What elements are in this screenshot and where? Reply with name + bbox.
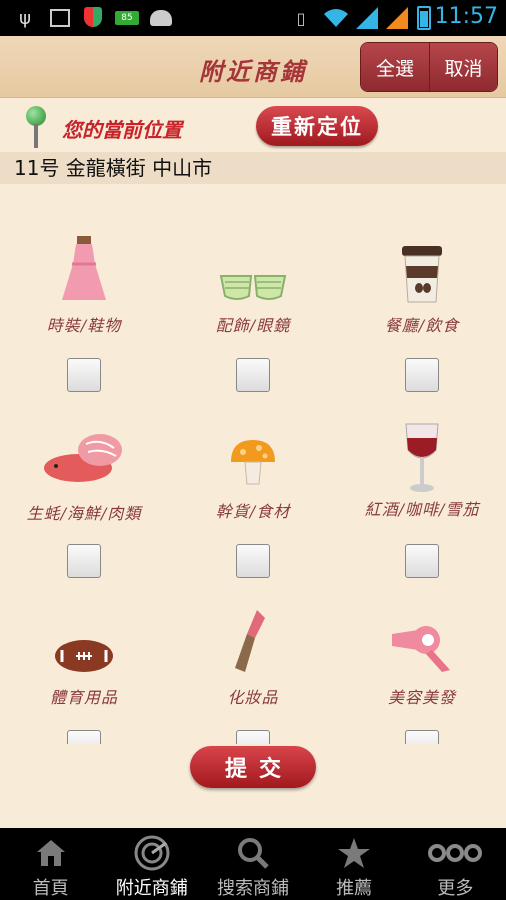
bottom-nav: 首頁 附近商鋪 搜索商鋪 推薦 更多	[0, 828, 506, 900]
category-item: 幹貨/食材	[169, 372, 337, 578]
nav-label: 更多	[437, 878, 474, 899]
address-text: 11号 金龍橫街 中山市	[0, 152, 506, 184]
football-icon	[54, 638, 114, 678]
submit-button[interactable]: 提交	[190, 746, 316, 788]
radar-icon	[132, 835, 172, 871]
usb-icon: ψ	[19, 7, 31, 29]
category-label: 配飾/眼鏡	[215, 316, 291, 335]
lipstick-icon	[235, 608, 271, 678]
title-bar: 附近商鋪 全選 取消	[0, 36, 506, 98]
dress-icon	[62, 234, 106, 308]
image-icon	[50, 9, 70, 27]
category-item: 美容美發	[338, 564, 506, 744]
category-label: 美容美發	[387, 688, 456, 707]
category-grid: 時裝/鞋物 配飾/眼鏡 餐廳/飲食 生蚝/海鮮/肉類 幹貨/食材 紅酒/咖啡/雪…	[0, 184, 506, 744]
shield-icon	[84, 7, 102, 27]
nav-label: 搜索商鋪	[216, 878, 289, 899]
category-item: 時裝/鞋物	[0, 184, 168, 392]
select-all-button[interactable]: 全選	[361, 43, 429, 91]
wine-glass-icon	[402, 420, 442, 498]
nav-label: 附近商鋪	[115, 878, 188, 899]
category-checkbox[interactable]	[405, 730, 439, 744]
nav-item-nearby[interactable]: 附近商鋪	[101, 828, 202, 900]
category-label: 時裝/鞋物	[46, 316, 122, 335]
category-label: 生蚝/海鮮/肉類	[26, 504, 142, 523]
category-item: 餐廳/飲食	[338, 184, 506, 392]
current-location-label: 您的當前位置	[62, 118, 182, 142]
mushroom-icon	[229, 436, 277, 490]
nav-item-home[interactable]: 首頁	[0, 828, 101, 900]
nav-label: 推薦	[336, 878, 373, 899]
category-checkbox[interactable]	[67, 730, 101, 744]
location-row: 您的當前位置 重新定位	[0, 98, 506, 152]
battery-badge-icon: 85	[115, 11, 139, 25]
meat-icon	[42, 430, 126, 494]
status-bar: ψ 85 ▯ 11:57	[0, 0, 506, 36]
nav-label: 首頁	[32, 878, 69, 899]
category-label: 體育用品	[49, 688, 118, 707]
android-icon	[150, 10, 172, 26]
category-label: 化妝品	[227, 688, 279, 707]
star-icon	[334, 836, 374, 870]
category-item: 化妝品	[169, 564, 337, 744]
glasses-icon	[219, 272, 287, 306]
category-label: 紅酒/咖啡/雪茄	[364, 500, 480, 519]
category-checkbox[interactable]	[236, 730, 270, 744]
more-icon	[427, 836, 483, 870]
category-item: 配飾/眼鏡	[169, 184, 337, 392]
vibrate-icon: ▯	[296, 8, 306, 28]
category-item: 體育用品	[0, 564, 168, 744]
hair-dryer-icon	[388, 624, 456, 678]
wifi-icon	[322, 7, 350, 29]
map-pin-icon	[26, 106, 46, 148]
category-label: 幹貨/食材	[215, 502, 291, 521]
signal-icon	[356, 7, 380, 29]
cancel-button[interactable]: 取消	[429, 43, 497, 91]
signal-icon	[386, 7, 410, 29]
coffee-cup-icon	[402, 244, 442, 308]
home-icon	[31, 836, 71, 870]
category-item: 生蚝/海鮮/肉類	[0, 372, 168, 578]
search-icon	[233, 836, 273, 870]
status-time: 11:57	[434, 4, 498, 29]
category-label: 餐廳/飲食	[384, 316, 460, 335]
nav-item-search[interactable]: 搜索商鋪	[202, 828, 303, 900]
battery-icon	[417, 6, 431, 30]
nav-item-more[interactable]: 更多	[405, 828, 506, 900]
category-item: 紅酒/咖啡/雪茄	[338, 372, 506, 578]
header-button-group: 全選 取消	[360, 42, 498, 92]
nav-item-recommend[interactable]: 推薦	[304, 828, 405, 900]
relocate-button[interactable]: 重新定位	[256, 106, 378, 146]
